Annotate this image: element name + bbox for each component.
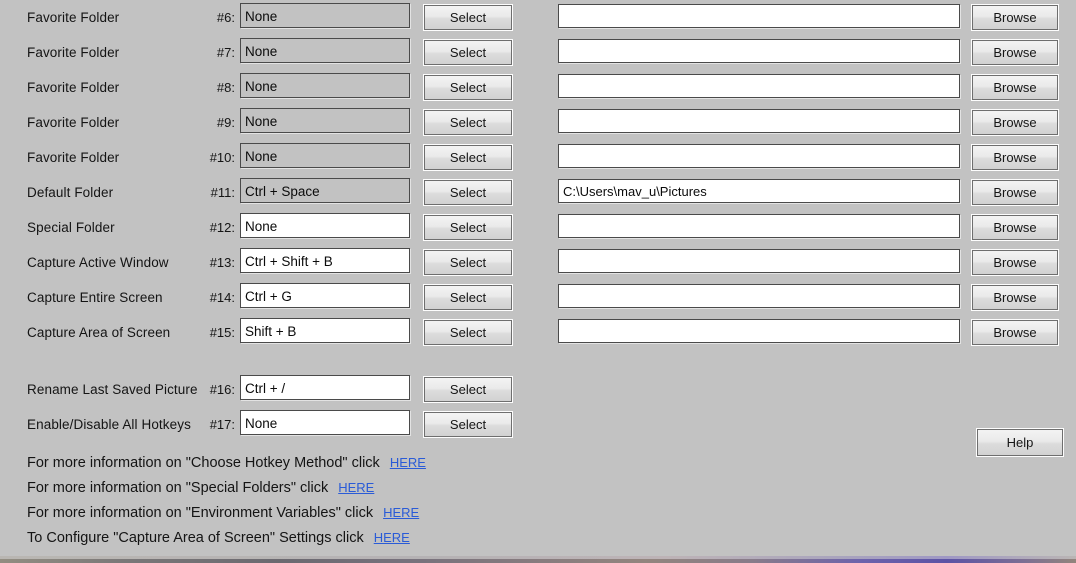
folder-path-field[interactable] (558, 249, 960, 273)
browse-button[interactable]: Browse (971, 74, 1059, 101)
select-button[interactable]: Select (423, 376, 513, 403)
hotkey-row: Favorite Folder #8: None Select Browse (0, 72, 1076, 107)
select-button[interactable]: Select (423, 4, 513, 31)
hotkey-value-field[interactable]: None (240, 143, 410, 168)
select-button[interactable]: Select (423, 319, 513, 346)
hotkey-value-field[interactable]: Ctrl + Shift + B (240, 248, 410, 273)
browse-button[interactable]: Browse (971, 4, 1059, 31)
browse-button[interactable]: Browse (971, 249, 1059, 276)
hotkey-row: Special Folder #12: None Select Browse (0, 212, 1076, 247)
hotkey-row: Favorite Folder #10: None Select Browse (0, 142, 1076, 177)
hotkey-row-label: Favorite Folder (27, 150, 120, 165)
folder-path-field[interactable]: C:\Users\mav_u\Pictures (558, 179, 960, 203)
hotkey-value-field[interactable]: None (240, 3, 410, 28)
select-button[interactable]: Select (423, 39, 513, 66)
hotkey-value-field[interactable]: None (240, 213, 410, 238)
browse-button[interactable]: Browse (971, 179, 1059, 206)
info-line: For more information on "Environment Var… (27, 505, 419, 521)
hotkey-row-number: #11: (210, 185, 235, 200)
hotkey-row-number: #6: (216, 10, 235, 25)
folder-path-field[interactable] (558, 319, 960, 343)
here-link[interactable]: HERE (338, 480, 374, 495)
hotkey-row: Favorite Folder #6: None Select Browse (0, 2, 1076, 37)
help-button[interactable]: Help (976, 428, 1064, 457)
select-button[interactable]: Select (423, 144, 513, 171)
info-line-text: For more information on "Choose Hotkey M… (27, 455, 380, 471)
info-line-text: For more information on "Special Folders… (27, 480, 329, 496)
hotkey-row-number: #12: (209, 220, 235, 235)
here-link[interactable]: HERE (390, 455, 426, 470)
info-line: For more information on "Special Folders… (27, 480, 374, 496)
hotkey-value-field[interactable]: None (240, 73, 410, 98)
folder-path-field[interactable] (558, 144, 960, 168)
hotkey-value-field[interactable]: Ctrl + Space (240, 178, 410, 203)
hotkey-row-number: #10: (209, 150, 235, 165)
hotkey-row-label: Favorite Folder (27, 80, 120, 95)
here-link[interactable]: HERE (374, 530, 410, 545)
info-line-text: To Configure "Capture Area of Screen" Se… (27, 530, 364, 546)
browse-button[interactable]: Browse (971, 144, 1059, 171)
hotkey-row: Enable/Disable All Hotkeys #17: None Select (0, 409, 1076, 444)
hotkey-row-label: Capture Area of Screen (27, 325, 171, 340)
info-line: To Configure "Capture Area of Screen" Se… (27, 530, 410, 546)
browse-button[interactable]: Browse (971, 319, 1059, 346)
folder-path-field[interactable] (558, 74, 960, 98)
hotkey-row-label: Default Folder (27, 185, 114, 200)
hotkey-row-number: #14: (209, 290, 235, 305)
folder-path-field[interactable] (558, 109, 960, 133)
select-button[interactable]: Select (423, 249, 513, 276)
hotkey-row: Favorite Folder #9: None Select Browse (0, 107, 1076, 142)
hotkey-row-number: #7: (216, 45, 235, 60)
browse-button[interactable]: Browse (971, 109, 1059, 136)
hotkey-row: Capture Entire Screen #14: Ctrl + G Select B… (0, 282, 1076, 317)
hotkey-row: Capture Area of Screen #15: Shift + B Selec… (0, 317, 1076, 352)
hotkey-row-number: #13: (209, 255, 235, 270)
hotkey-row-number: #8: (216, 80, 235, 95)
hotkey-row-label: Capture Active Window (27, 255, 169, 270)
hotkey-row: Default Folder #11: Ctrl + Space Select C:\U… (0, 177, 1076, 212)
info-line-text: For more information on "Environment Var… (27, 505, 374, 521)
folder-path-field[interactable] (558, 4, 960, 28)
hotkey-row-label: Capture Entire Screen (27, 290, 163, 305)
select-button[interactable]: Select (423, 411, 513, 438)
hotkey-row-label: Favorite Folder (27, 45, 120, 60)
hotkey-row-label: Favorite Folder (27, 115, 120, 130)
browse-button[interactable]: Browse (971, 284, 1059, 311)
select-button[interactable]: Select (423, 179, 513, 206)
hotkey-value-field[interactable]: Ctrl + / (240, 375, 410, 400)
hotkey-row: Rename Last Saved Picture #16: Ctrl + / Sel… (0, 374, 1076, 409)
hotkey-value-field[interactable]: None (240, 38, 410, 63)
hotkey-settings-panel: Favorite Folder #6: None Select Browse Favori… (0, 0, 1076, 563)
here-link[interactable]: HERE (383, 505, 419, 520)
hotkey-value-field[interactable]: None (240, 108, 410, 133)
folder-path-field[interactable] (558, 214, 960, 238)
hotkey-row-label: Special Folder (27, 220, 115, 235)
hotkey-row: Capture Active Window #13: Ctrl + Shift + … (0, 247, 1076, 282)
select-button[interactable]: Select (423, 74, 513, 101)
hotkey-row-number: #16: (209, 382, 235, 397)
hotkey-row-number: #9: (216, 115, 235, 130)
hotkey-row-label: Favorite Folder (27, 10, 120, 25)
hotkey-value-field[interactable]: Shift + B (240, 318, 410, 343)
background-window-edge (0, 559, 1076, 563)
select-button[interactable]: Select (423, 109, 513, 136)
hotkey-value-field[interactable]: Ctrl + G (240, 283, 410, 308)
browse-button[interactable]: Browse (971, 39, 1059, 66)
folder-path-field[interactable] (558, 284, 960, 308)
select-button[interactable]: Select (423, 284, 513, 311)
hotkey-row: Favorite Folder #7: None Select Browse (0, 37, 1076, 72)
hotkey-value-field[interactable]: None (240, 410, 410, 435)
hotkey-row-number: #17: (209, 417, 235, 432)
browse-button[interactable]: Browse (971, 214, 1059, 241)
hotkey-row-number: #15: (209, 325, 235, 340)
folder-path-field[interactable] (558, 39, 960, 63)
info-line: For more information on "Choose Hotkey M… (27, 455, 426, 471)
select-button[interactable]: Select (423, 214, 513, 241)
